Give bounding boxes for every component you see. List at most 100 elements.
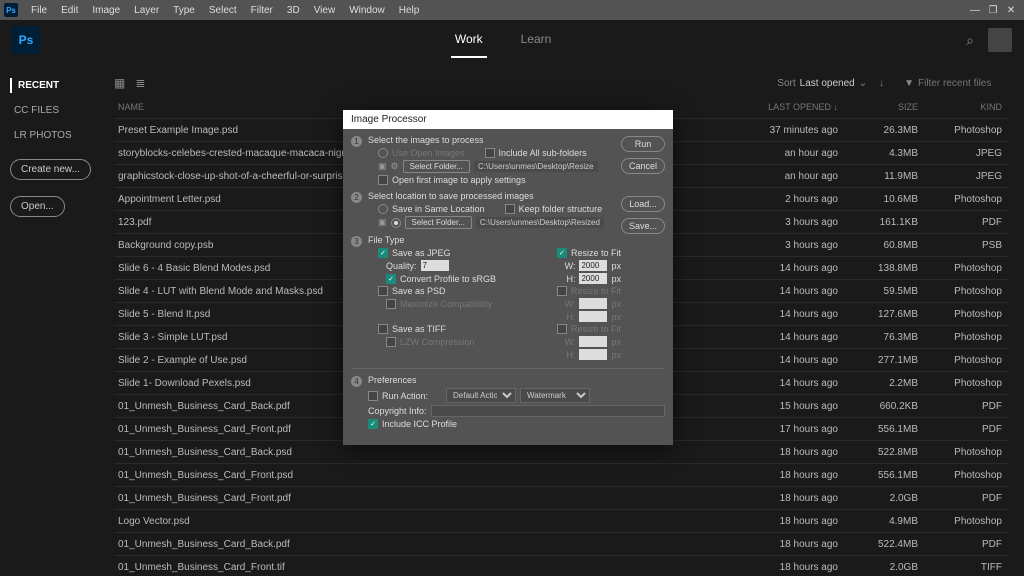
file-last: an hour ago (738, 171, 838, 182)
save-jpeg-checkbox[interactable] (378, 248, 388, 258)
col-header-size[interactable]: SIZE (838, 102, 918, 112)
file-last: 18 hours ago (738, 493, 838, 504)
window-close[interactable]: ✕ (1002, 5, 1020, 16)
cancel-button[interactable]: Cancel (621, 158, 665, 174)
view-grid-icon[interactable]: ▦ (114, 76, 125, 90)
menu-view[interactable]: View (307, 5, 343, 16)
file-kind: TIFF (918, 562, 1008, 573)
px-5: px (611, 337, 621, 347)
tab-learn[interactable]: Learn (517, 22, 556, 58)
save-tiff-checkbox[interactable] (378, 324, 388, 334)
file-last: 14 hours ago (738, 355, 838, 366)
sidebar-item-recent[interactable]: RECENT (10, 78, 100, 93)
max-compat-label: Maximize Compatibility (400, 299, 492, 309)
file-last: 14 hours ago (738, 309, 838, 320)
run-action-label: Run Action: (382, 391, 428, 401)
menu-3d[interactable]: 3D (280, 5, 307, 16)
file-size: 76.3MB (838, 332, 918, 343)
file-name: 01_Unmesh_Business_Card_Back.psd (114, 447, 738, 458)
tab-work[interactable]: Work (451, 22, 487, 58)
same-location-radio[interactable] (378, 204, 388, 214)
select-folder-2-button[interactable]: Select Folder... (405, 216, 472, 229)
file-row[interactable]: 01_Unmesh_Business_Card_Back.pdf18 hours… (114, 532, 1008, 555)
search-icon[interactable]: ⌕ (966, 32, 974, 49)
view-list-icon[interactable]: ≣ (135, 76, 145, 90)
quality-input[interactable] (421, 260, 449, 271)
action-set-select[interactable]: Default Actions (446, 388, 516, 403)
col-header-kind[interactable]: KIND (918, 102, 1008, 112)
sort-direction-icon[interactable]: ↓ (879, 78, 884, 89)
menu-select[interactable]: Select (202, 5, 244, 16)
sidebar-item-lrphotos[interactable]: LR PHOTOS (10, 128, 100, 143)
menu-window[interactable]: Window (342, 5, 392, 16)
file-kind: Photoshop (918, 125, 1008, 136)
file-row[interactable]: 01_Unmesh_Business_Card_Front.tif18 hour… (114, 555, 1008, 576)
menu-file[interactable]: File (24, 5, 54, 16)
menu-layer[interactable]: Layer (127, 5, 166, 16)
ps-menu-icon: Ps (4, 3, 18, 17)
keep-structure-checkbox[interactable] (505, 204, 515, 214)
col-header-last[interactable]: LAST OPENED ↓ (738, 102, 838, 112)
h-label-2: H: (566, 312, 575, 322)
action-select[interactable]: Watermark (520, 388, 590, 403)
menu-edit[interactable]: Edit (54, 5, 85, 16)
sidebar-item-ccfiles[interactable]: CC FILES (10, 103, 100, 118)
resize-fit-jpeg-checkbox[interactable] (557, 248, 567, 258)
gear-icon: ⚙ (391, 161, 399, 172)
convert-srgb-checkbox[interactable] (386, 274, 396, 284)
file-last: 15 hours ago (738, 401, 838, 412)
select-folder-1-button[interactable]: Select Folder... (403, 160, 470, 173)
menu-image[interactable]: Image (85, 5, 127, 16)
open-first-checkbox[interactable] (378, 175, 388, 185)
h-input-psd (579, 311, 607, 322)
file-row[interactable]: 01_Unmesh_Business_Card_Front.psd18 hour… (114, 463, 1008, 486)
w-label-3: W: (565, 337, 576, 347)
run-button[interactable]: Run (621, 136, 665, 152)
sort-value[interactable]: Last opened (800, 78, 855, 89)
px-label-1: px (611, 261, 621, 271)
file-row[interactable]: Logo Vector.psd18 hours ago4.9MBPhotosho… (114, 509, 1008, 532)
file-row[interactable]: 01_Unmesh_Business_Card_Front.pdf18 hour… (114, 486, 1008, 509)
user-avatar-icon[interactable] (988, 28, 1012, 52)
file-kind: PDF (918, 401, 1008, 412)
file-kind: Photoshop (918, 516, 1008, 527)
menu-filter[interactable]: Filter (244, 5, 280, 16)
open-button[interactable]: Open... (10, 196, 65, 217)
file-kind: Photoshop (918, 286, 1008, 297)
icc-checkbox[interactable] (368, 419, 378, 429)
filter-input[interactable] (918, 78, 1008, 89)
px-3: px (611, 299, 621, 309)
create-new-button[interactable]: Create new... (10, 159, 91, 180)
menu-help[interactable]: Help (392, 5, 427, 16)
include-subfolders-checkbox[interactable] (485, 148, 495, 158)
w-input-psd (579, 298, 607, 309)
h-input-jpeg[interactable] (579, 273, 607, 284)
file-name: 01_Unmesh_Business_Card_Back.pdf (114, 539, 738, 550)
step-2-icon: 2 (351, 192, 362, 203)
file-last: 14 hours ago (738, 286, 838, 297)
folder-dest-icon: ▣ (378, 217, 387, 228)
save-psd-checkbox[interactable] (378, 286, 388, 296)
use-open-images-radio[interactable] (378, 148, 388, 158)
file-last: 2 hours ago (738, 194, 838, 205)
window-maximize[interactable]: ❐ (984, 5, 1002, 16)
save-button[interactable]: Save... (621, 218, 665, 234)
load-button[interactable]: Load... (621, 196, 665, 212)
w-input-jpeg[interactable] (579, 260, 607, 271)
copyright-input[interactable] (431, 405, 665, 417)
sort-chevron-icon[interactable]: ⌄ (859, 78, 867, 89)
file-size: 2.2MB (838, 378, 918, 389)
px-label-2: px (611, 274, 621, 284)
use-open-images-label: Use Open Images (392, 148, 465, 158)
file-kind: Photoshop (918, 355, 1008, 366)
step-4-icon: 4 (351, 376, 362, 387)
run-action-checkbox[interactable] (368, 391, 378, 401)
keep-structure-label: Keep folder structure (519, 204, 603, 214)
window-minimize[interactable]: — (966, 5, 984, 16)
file-last: 37 minutes ago (738, 125, 838, 136)
save-tiff-label: Save as TIFF (392, 324, 446, 334)
filter-icon[interactable]: ▼ (904, 78, 914, 89)
menu-type[interactable]: Type (166, 5, 202, 16)
lzw-label: LZW Compression (400, 337, 475, 347)
select-folder-radio[interactable] (391, 218, 401, 228)
